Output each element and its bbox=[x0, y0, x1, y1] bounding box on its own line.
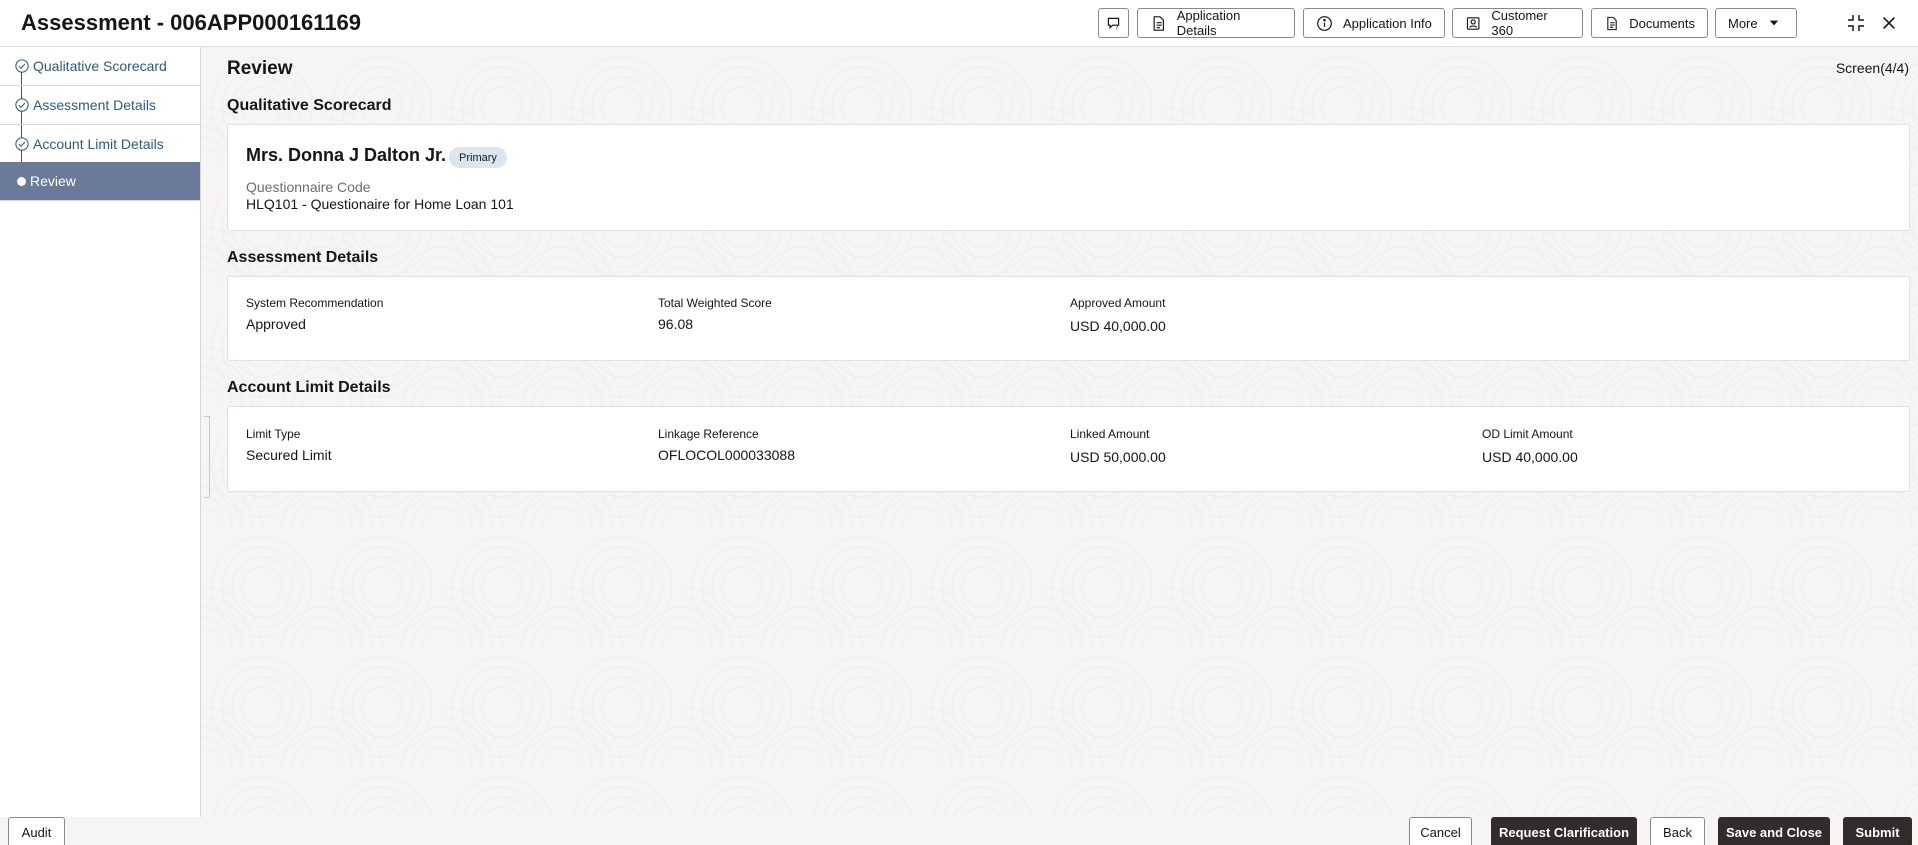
questionnaire-code-label: Questionnaire Code bbox=[246, 179, 371, 195]
total-weighted-score-field: Total Weighted Score 96.08 bbox=[658, 296, 772, 332]
minimize-icon[interactable] bbox=[1843, 10, 1869, 36]
main-content: Review Screen(4/4) Qualitative Scorecard… bbox=[202, 47, 1918, 817]
check-circle-icon bbox=[15, 137, 29, 151]
audit-button[interactable]: Audit bbox=[8, 817, 65, 845]
caret-down-icon bbox=[1769, 20, 1778, 26]
field-value: OFLOCOL000033088 bbox=[658, 447, 795, 463]
active-step-dot-icon bbox=[17, 176, 26, 186]
submit-button[interactable]: Submit bbox=[1843, 817, 1912, 845]
document-icon bbox=[1153, 15, 1164, 31]
step-label: Review bbox=[30, 173, 76, 189]
account-limit-details-heading: Account Limit Details bbox=[227, 379, 391, 396]
user-card-icon bbox=[1466, 16, 1480, 30]
page-header-title: Assessment - 006APP000161169 bbox=[21, 10, 362, 35]
field-label: System Recommendation bbox=[246, 296, 384, 310]
page-title: Review bbox=[227, 58, 293, 79]
linked-amount-field: Linked Amount USD 50,000.00 bbox=[1070, 427, 1166, 465]
step-account-limit-details[interactable]: Account Limit Details bbox=[0, 125, 200, 164]
step-label: Assessment Details bbox=[33, 97, 156, 113]
field-label: Approved Amount bbox=[1070, 296, 1166, 310]
application-info-button[interactable]: Application Info bbox=[1303, 8, 1445, 38]
qualitative-scorecard-card: Mrs. Donna J Dalton Jr. Primary Question… bbox=[227, 124, 1910, 231]
check-circle-icon bbox=[15, 59, 29, 73]
customer-360-button[interactable]: Customer 360 bbox=[1452, 8, 1583, 38]
cancel-button[interactable]: Cancel bbox=[1409, 817, 1472, 845]
field-value: USD 40,000.00 bbox=[1070, 318, 1166, 334]
request-clarification-button[interactable]: Request Clarification bbox=[1491, 817, 1637, 845]
applicant-name: Mrs. Donna J Dalton Jr. bbox=[246, 145, 447, 165]
application-info-label: Application Info bbox=[1343, 15, 1432, 31]
questionnaire-code-value: HLQ101 - Questionaire for Home Loan 101 bbox=[246, 196, 514, 212]
back-button[interactable]: Back bbox=[1650, 817, 1705, 845]
field-value: USD 40,000.00 bbox=[1482, 449, 1578, 465]
save-and-close-button[interactable]: Save and Close bbox=[1718, 817, 1830, 845]
field-label: Limit Type bbox=[246, 427, 301, 441]
linkage-reference-field: Linkage Reference OFLOCOL000033088 bbox=[658, 427, 795, 463]
field-value: Approved bbox=[246, 316, 306, 332]
approved-amount-field: Approved Amount USD 40,000.00 bbox=[1070, 296, 1166, 334]
assessment-details-heading: Assessment Details bbox=[227, 249, 379, 266]
documents-button[interactable]: Documents bbox=[1591, 8, 1708, 38]
check-circle-icon bbox=[15, 98, 29, 112]
step-assessment-details[interactable]: Assessment Details bbox=[0, 86, 200, 125]
documents-icon bbox=[1607, 16, 1617, 30]
field-value: 96.08 bbox=[658, 316, 694, 332]
field-value: Secured Limit bbox=[246, 447, 332, 463]
assessment-details-card: System Recommendation Approved Total Wei… bbox=[227, 276, 1910, 361]
application-details-button[interactable]: Application Details bbox=[1137, 8, 1295, 38]
od-limit-amount-field: OD Limit Amount USD 40,000.00 bbox=[1482, 427, 1578, 465]
more-label: More bbox=[1728, 15, 1758, 31]
field-label: OD Limit Amount bbox=[1482, 427, 1573, 441]
info-icon bbox=[1317, 15, 1332, 31]
step-label: Qualitative Scorecard bbox=[33, 58, 167, 74]
documents-label: Documents bbox=[1629, 15, 1695, 31]
application-details-label: Application Details bbox=[1176, 8, 1241, 38]
svg-text:?: ? bbox=[1115, 24, 1118, 31]
chat-icon[interactable]: ? bbox=[1098, 8, 1129, 38]
step-review[interactable]: Review bbox=[0, 162, 200, 201]
field-label: Linked Amount bbox=[1070, 427, 1150, 441]
qualitative-scorecard-heading: Qualitative Scorecard bbox=[227, 97, 392, 114]
screen-counter: Screen(4/4) bbox=[1835, 60, 1909, 76]
more-button[interactable]: More bbox=[1715, 8, 1797, 38]
close-icon[interactable] bbox=[1876, 10, 1902, 36]
system-recommendation-field: System Recommendation Approved bbox=[246, 296, 383, 332]
account-limit-details-card: Limit Type Secured Limit Linkage Referen… bbox=[227, 406, 1910, 492]
step-qualitative-scorecard[interactable]: Qualitative Scorecard bbox=[0, 47, 200, 86]
limit-type-field: Limit Type Secured Limit bbox=[246, 427, 332, 463]
step-label: Account Limit Details bbox=[33, 136, 164, 152]
app-header: Assessment - 006APP000161169 ? Applicati… bbox=[0, 0, 1918, 47]
field-label: Total Weighted Score bbox=[658, 296, 772, 310]
step-navigation: Qualitative Scorecard Assessment Details… bbox=[0, 47, 201, 817]
field-label: Linkage Reference bbox=[658, 427, 759, 441]
customer-360-label: Customer 360 bbox=[1491, 8, 1548, 38]
primary-badge: Primary bbox=[449, 147, 507, 168]
field-value: USD 50,000.00 bbox=[1070, 449, 1166, 465]
